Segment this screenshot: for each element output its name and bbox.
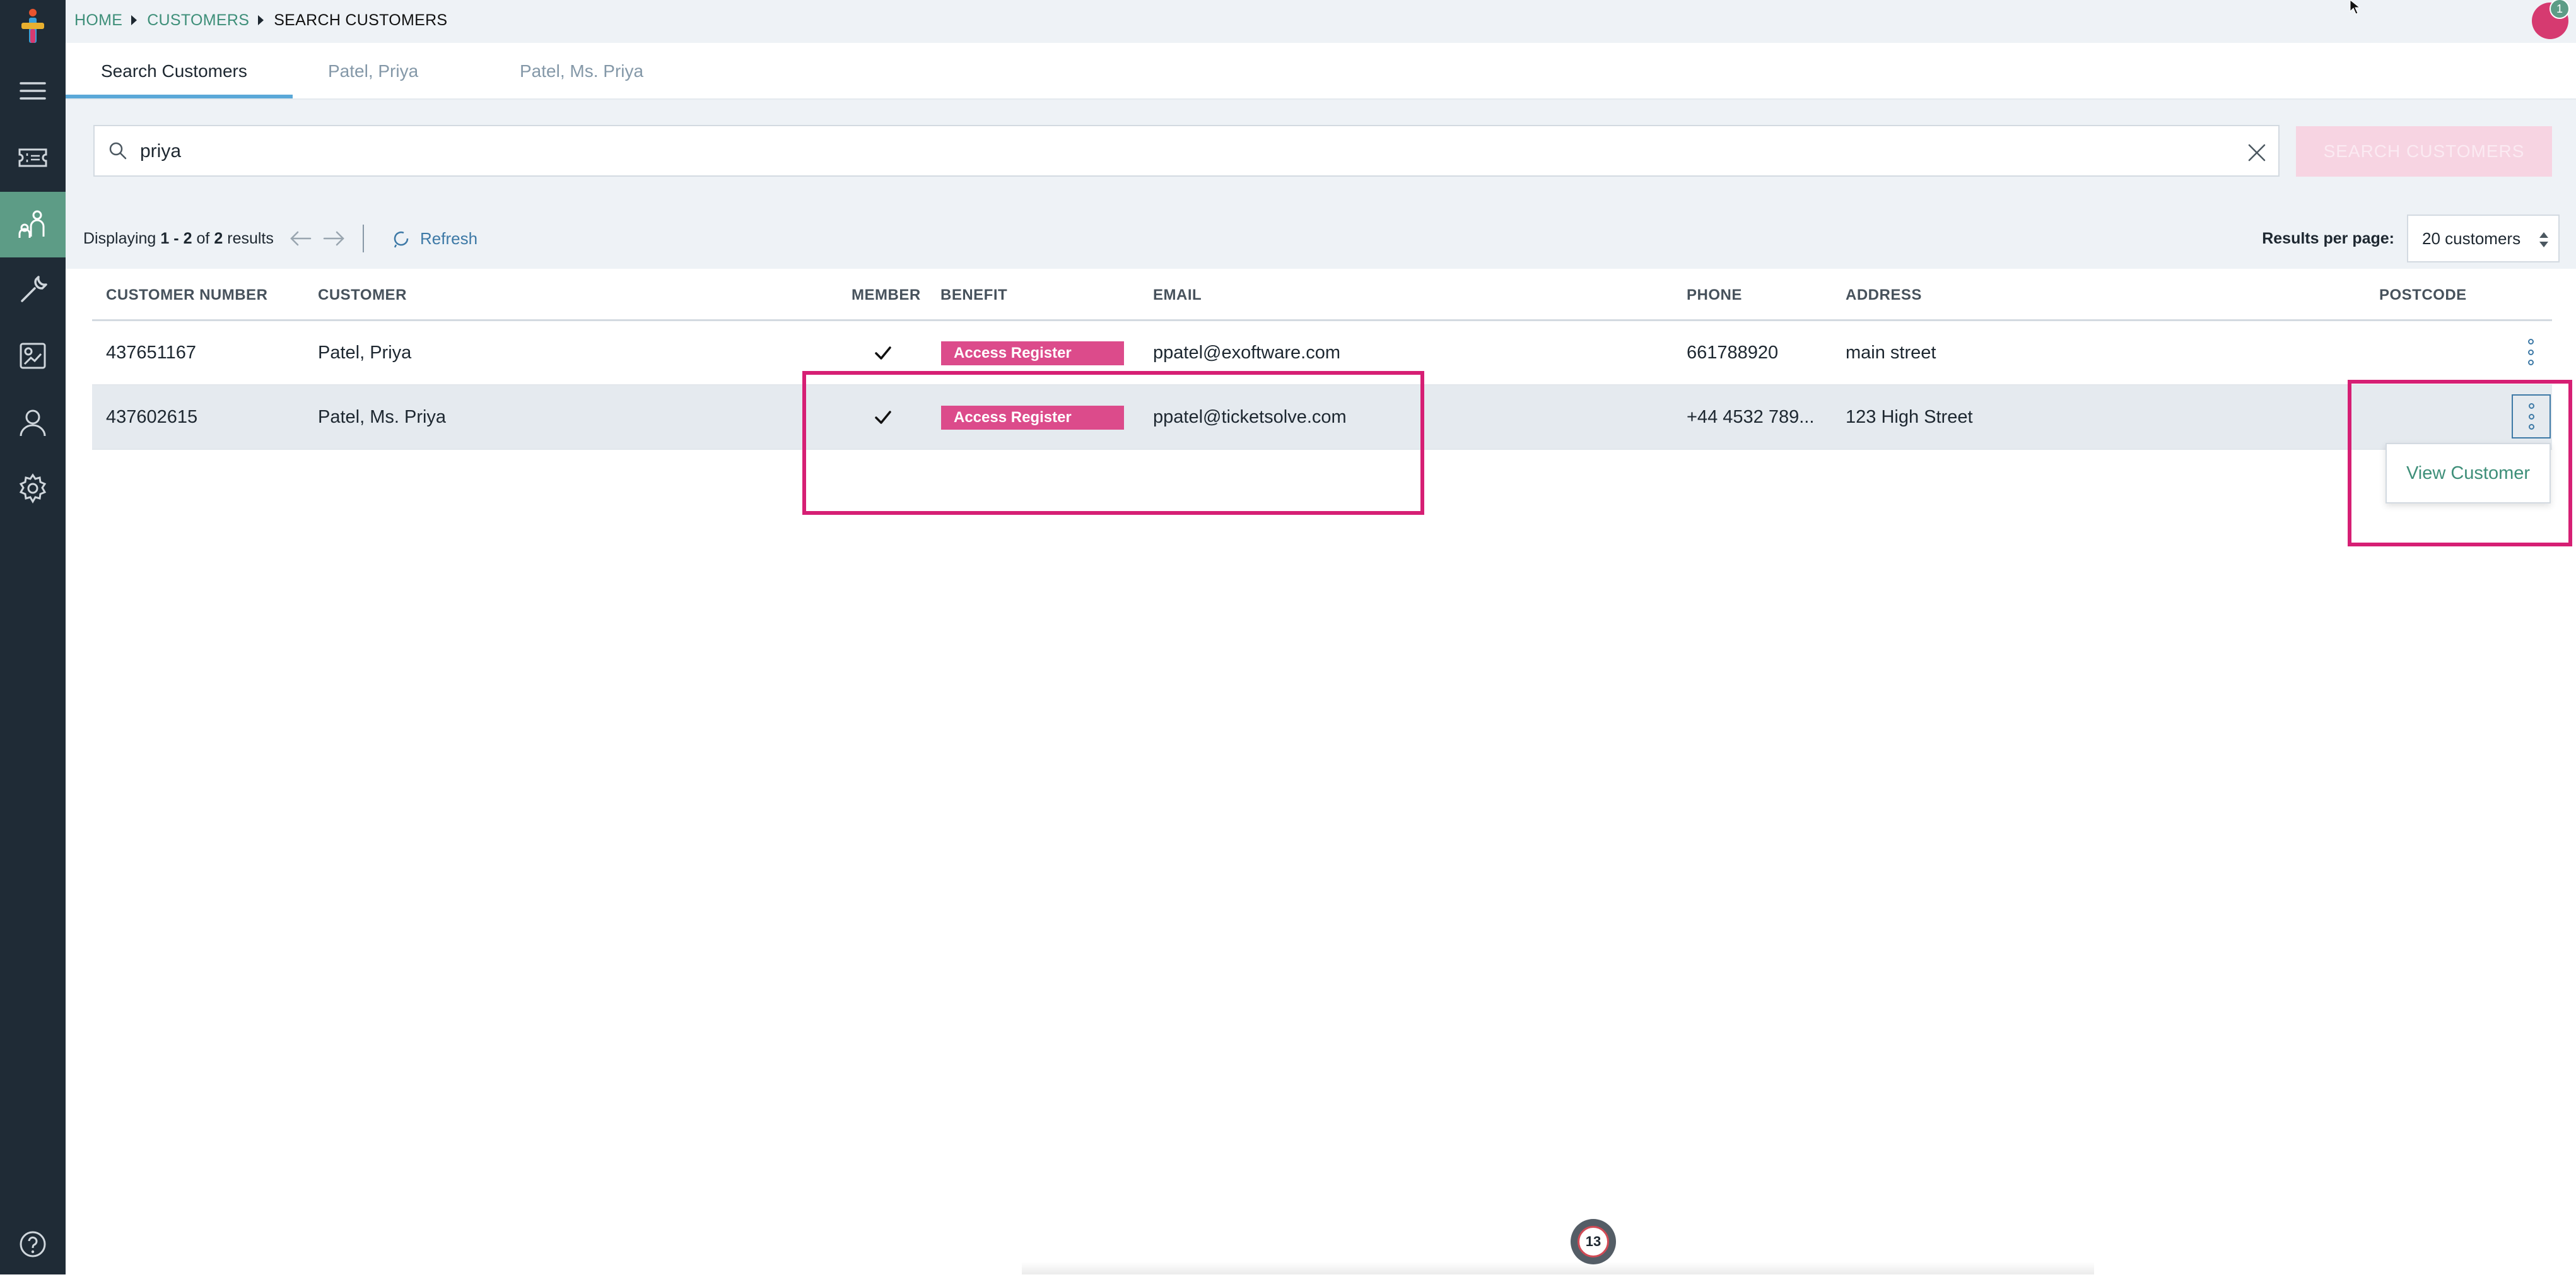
results-suffix: results — [227, 229, 274, 247]
breadcrumb-current: SEARCH CUSTOMERS — [274, 11, 448, 29]
results-total: 2 — [214, 229, 223, 247]
results-to: 2 — [183, 229, 192, 247]
active-tab-indicator — [66, 95, 293, 98]
customers-icon — [18, 210, 45, 238]
sidebar-item-users[interactable] — [0, 390, 66, 456]
floating-counter-button[interactable]: 13 — [1571, 1219, 1616, 1264]
breadcrumb-separator-icon — [131, 15, 138, 25]
breadcrumb-separator-icon — [258, 15, 264, 25]
help-icon — [20, 1231, 46, 1257]
column-header-customer-number[interactable]: CUSTOMER NUMBER — [106, 271, 267, 319]
tools-icon — [21, 276, 47, 302]
sidebar — [0, 0, 66, 1274]
column-header-email[interactable]: EMAIL — [1153, 271, 1202, 319]
breadcrumb: HOME CUSTOMERS SEARCH CUSTOMERS — [74, 9, 447, 32]
member-check-icon — [875, 346, 891, 360]
column-header-postcode[interactable]: POSTCODE — [2379, 271, 2467, 319]
cell-customer[interactable]: Patel, Ms. Priya — [318, 385, 446, 449]
benefit-badge: Access Register — [941, 341, 1124, 365]
highlight-frame-member-benefit — [802, 371, 1424, 515]
sidebar-item-help[interactable] — [0, 1211, 66, 1277]
cell-customer[interactable]: Patel, Priya — [318, 321, 411, 384]
sidebar-item-tools[interactable] — [0, 257, 66, 323]
settings-icon — [19, 473, 47, 504]
search-customers-button[interactable]: SEARCH CUSTOMERS — [2296, 126, 2552, 177]
results-toolbar: Displaying 1 - 2 of 2 results Refresh Re… — [66, 208, 2576, 269]
results-per-page-label: Results per page: — [2262, 230, 2394, 247]
results-per-page-select[interactable]: 20 customers — [2407, 215, 2560, 262]
toolbar-divider — [363, 225, 364, 252]
mouse-cursor-icon — [2350, 0, 2361, 15]
column-header-customer[interactable]: CUSTOMER — [318, 271, 407, 319]
user-icon — [20, 409, 46, 437]
results-prefix: Displaying — [83, 229, 156, 247]
cell-phone: +44 4532 789... — [1687, 407, 1815, 427]
results-dash: - — [173, 229, 179, 247]
refresh-button[interactable]: Refresh — [391, 208, 477, 269]
cell-customer-number: 437651167 — [106, 343, 197, 363]
sidebar-menu-button[interactable] — [0, 58, 66, 124]
column-header-benefit[interactable]: BENEFIT — [940, 271, 1007, 319]
results-from: 1 — [160, 229, 170, 247]
cell-customer-number: 437602615 — [106, 407, 198, 427]
tab-patel-priya[interactable]: Patel, Priya — [328, 44, 418, 98]
row-actions-menu-icon[interactable] — [2522, 336, 2539, 368]
reports-icon — [20, 343, 46, 369]
ticket-icon — [18, 148, 47, 167]
cell-address: 123 High Street — [1846, 407, 1973, 427]
column-header-address[interactable]: ADDRESS — [1846, 271, 1922, 319]
results-of: of — [196, 229, 210, 247]
floating-counter-value: 13 — [1578, 1226, 1609, 1257]
search-area: SEARCH CUSTOMERS — [66, 100, 2576, 208]
refresh-label: Refresh — [420, 228, 478, 248]
results-per-page-value: 20 customers — [2422, 228, 2521, 248]
next-page-arrow-icon[interactable] — [320, 227, 347, 250]
select-arrows-icon — [2539, 232, 2548, 247]
breadcrumb-customers-link[interactable]: CUSTOMERS — [147, 11, 249, 30]
column-header-member[interactable]: MEMBER — [852, 271, 921, 319]
app-logo-icon[interactable] — [19, 6, 47, 47]
tab-patel-ms-priya[interactable]: Patel, Ms. Priya — [520, 44, 643, 98]
tab-search-customers[interactable]: Search Customers — [101, 44, 247, 98]
sidebar-item-settings[interactable] — [0, 456, 66, 521]
sidebar-item-reports[interactable] — [0, 323, 66, 389]
column-header-phone[interactable]: PHONE — [1687, 271, 1742, 319]
breadcrumb-home-link[interactable]: HOME — [74, 11, 122, 30]
bottom-shadow — [1022, 1262, 2094, 1274]
customer-tabs: Search Customers Patel, Priya Patel, Ms.… — [66, 44, 2576, 100]
top-bar: HOME CUSTOMERS SEARCH CUSTOMERS 1 — [66, 0, 2576, 43]
table-header: CUSTOMER NUMBER CUSTOMER MEMBER BENEFIT … — [92, 271, 2552, 321]
search-input[interactable] — [139, 126, 2160, 177]
sidebar-item-tickets[interactable] — [0, 125, 66, 191]
previous-page-arrow-icon[interactable] — [288, 227, 314, 250]
clear-search-icon[interactable] — [2247, 143, 2267, 163]
menu-icon — [20, 82, 46, 100]
sidebar-item-customers[interactable] — [0, 192, 66, 257]
cell-phone: 661788920 — [1687, 343, 1779, 363]
search-box — [93, 125, 2280, 177]
results-summary: Displaying 1 - 2 of 2 results — [83, 208, 274, 269]
refresh-icon — [394, 231, 409, 248]
notifications-avatar-button[interactable]: 1 — [2532, 0, 2570, 39]
highlight-frame-row-actions — [2348, 380, 2572, 546]
search-icon — [109, 142, 127, 160]
notification-count-badge: 1 — [2550, 0, 2570, 19]
cell-address: main street — [1846, 343, 1936, 363]
